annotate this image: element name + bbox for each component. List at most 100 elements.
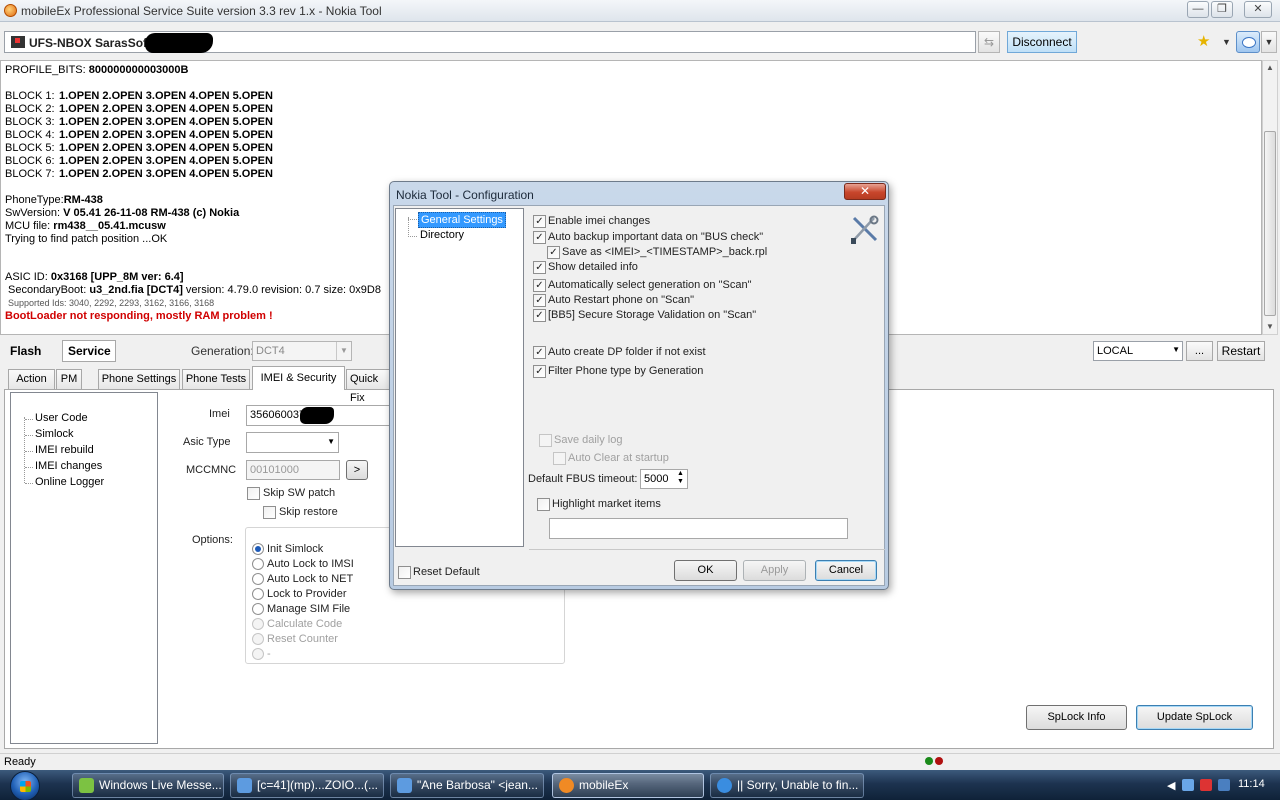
taskbar-item-chat[interactable]: [c=41](mp)...ZOIO...(... bbox=[230, 773, 384, 798]
tree-line bbox=[408, 217, 409, 237]
mccmnc-go-button[interactable]: > bbox=[346, 460, 368, 480]
check-auto-create-dp[interactable]: ✓ bbox=[533, 346, 546, 359]
check-auto-restart[interactable]: ✓ bbox=[533, 294, 546, 307]
check-show-detailed[interactable]: ✓ bbox=[533, 261, 546, 274]
check-secure-storage[interactable]: ✓ bbox=[533, 309, 546, 322]
security-icon[interactable] bbox=[1200, 779, 1212, 791]
network-icon[interactable] bbox=[1182, 779, 1194, 791]
taskbar-item-mobileex[interactable]: mobileEx bbox=[552, 773, 704, 798]
fbus-timeout-label: Default FBUS timeout: bbox=[528, 473, 638, 485]
option-radio[interactable] bbox=[252, 558, 264, 570]
chat-icon[interactable] bbox=[1236, 31, 1260, 53]
redacted-mark bbox=[300, 407, 334, 424]
tab-imei-security[interactable]: IMEI & Security bbox=[252, 366, 345, 390]
check-filter-phone-type[interactable]: ✓ bbox=[533, 365, 546, 378]
apply-button[interactable]: Apply bbox=[743, 560, 806, 581]
chevron-down-icon[interactable]: ▼ bbox=[1222, 37, 1231, 47]
device-field[interactable]: UFS-NBOX SarasSoft - bbox=[4, 31, 976, 53]
tree-item-general-settings[interactable]: General Settings bbox=[418, 212, 506, 228]
tree-item-imei-rebuild[interactable]: IMEI rebuild bbox=[25, 444, 94, 456]
check-reset-default[interactable] bbox=[398, 566, 411, 579]
maximize-button[interactable]: ❐ bbox=[1211, 1, 1233, 18]
option-radio bbox=[252, 618, 264, 630]
chat-icon bbox=[397, 778, 412, 793]
fbus-timeout-spinner[interactable]: 5000 ▲ ▼ bbox=[640, 469, 688, 489]
mccmnc-input[interactable]: 00101000 bbox=[246, 460, 340, 480]
check-label: Auto backup important data on "BUS check… bbox=[548, 231, 764, 243]
star-icon[interactable]: ★ bbox=[1197, 32, 1210, 50]
option-radio[interactable] bbox=[252, 588, 264, 600]
option-radio[interactable] bbox=[252, 543, 264, 555]
title-bar: mobileEx Professional Service Suite vers… bbox=[0, 0, 1280, 22]
more-button[interactable]: ... bbox=[1186, 341, 1213, 361]
skip-sw-patch-checkbox[interactable] bbox=[247, 487, 260, 500]
spinner-arrows-icon[interactable]: ▲ ▼ bbox=[675, 470, 686, 486]
log-line: ASIC ID: 0x3168 [UPP_8M ver: 6.4] bbox=[5, 271, 184, 283]
browser-icon bbox=[717, 778, 732, 793]
device-label: UFS-NBOX SarasSoft - bbox=[29, 36, 159, 50]
option-label: Calculate Code bbox=[267, 618, 343, 630]
log-line: BLOCK 3: 1.OPEN 2.OPEN 3.OPEN 4.OPEN 5.OP… bbox=[5, 116, 273, 128]
skip-restore-checkbox[interactable] bbox=[263, 506, 276, 519]
tab-pm[interactable]: PM bbox=[56, 369, 82, 389]
option-radio[interactable] bbox=[252, 573, 264, 585]
connection-select[interactable]: LOCAL ▼ bbox=[1093, 341, 1183, 361]
tree-item-directory[interactable]: Directory bbox=[420, 229, 464, 241]
check-label: Save as <IMEI>_<TIMESTAMP>_back.rpl bbox=[562, 246, 768, 258]
check-label: Filter Phone type by Generation bbox=[548, 365, 704, 377]
service-mode-tab[interactable]: Service bbox=[62, 340, 116, 362]
settings-tree[interactable]: General Settings Directory bbox=[395, 208, 524, 547]
redacted-mark bbox=[145, 33, 213, 53]
taskbar-label: [c=41](mp)...ZOIO...(... bbox=[257, 778, 379, 792]
generation-select[interactable]: DCT4 ▼ bbox=[252, 341, 352, 361]
taskbar-item-email[interactable]: "Ane Barbosa" <jean... bbox=[390, 773, 544, 798]
toolbar: UFS-NBOX SarasSoft - ⇆ Disconnect ★ ▼ ▼ bbox=[0, 28, 1280, 56]
check-label: Automatically select generation on "Scan… bbox=[548, 279, 752, 291]
option-label: Manage SIM File bbox=[267, 603, 351, 615]
scroll-thumb[interactable] bbox=[1264, 131, 1276, 316]
log-line: PhoneType:RM-438 bbox=[5, 194, 103, 206]
minimize-button[interactable]: — bbox=[1187, 1, 1209, 18]
option-radio bbox=[252, 648, 264, 660]
check-enable-imei[interactable]: ✓ bbox=[533, 215, 546, 228]
tab-phone-settings[interactable]: Phone Settings bbox=[98, 369, 180, 389]
splock-info-button[interactable]: SpLock Info bbox=[1026, 705, 1127, 730]
check-save-as[interactable]: ✓ bbox=[547, 246, 560, 259]
asic-type-select[interactable]: ▼ bbox=[246, 432, 339, 453]
refresh-button[interactable]: ⇆ bbox=[978, 31, 1000, 53]
dialog-close-button[interactable]: ✕ bbox=[844, 183, 886, 200]
option-radio[interactable] bbox=[252, 603, 264, 615]
check-highlight-market[interactable] bbox=[537, 498, 550, 511]
tree-item-user-code[interactable]: User Code bbox=[25, 412, 88, 424]
chat-dropdown[interactable]: ▼ bbox=[1261, 31, 1277, 53]
update-splock-button[interactable]: Update SpLock bbox=[1136, 705, 1253, 730]
ok-button[interactable]: OK bbox=[674, 560, 737, 581]
close-button[interactable]: ✕ bbox=[1244, 1, 1272, 18]
tray-expand-icon[interactable]: ◀ bbox=[1167, 779, 1175, 792]
taskbar-item-browser[interactable]: || Sorry, Unable to fin... bbox=[710, 773, 864, 798]
scroll-down-icon[interactable]: ▼ bbox=[1263, 320, 1277, 334]
scroll-up-icon[interactable]: ▲ bbox=[1263, 61, 1277, 75]
restart-button[interactable]: Restart bbox=[1217, 341, 1265, 361]
security-tree[interactable]: User Code Simlock IMEI rebuild IMEI chan… bbox=[10, 392, 158, 744]
taskbar-item-messenger[interactable]: Windows Live Messe... bbox=[72, 773, 224, 798]
start-button[interactable] bbox=[10, 771, 40, 800]
tree-item-online-logger[interactable]: Online Logger bbox=[24, 476, 104, 488]
log-scrollbar[interactable]: ▲ ▼ bbox=[1262, 60, 1278, 335]
tab-phone-tests[interactable]: Phone Tests bbox=[182, 369, 250, 389]
flash-mode-tab[interactable]: Flash bbox=[4, 340, 56, 362]
check-label: Auto create DP folder if not exist bbox=[548, 346, 706, 358]
market-items-input[interactable] bbox=[549, 518, 848, 539]
language-icon[interactable] bbox=[1218, 779, 1230, 791]
clock[interactable]: 11:14 bbox=[1238, 778, 1265, 790]
tree-item-simlock[interactable]: Simlock bbox=[25, 428, 74, 440]
tree-item-imei-changes[interactable]: IMEI changes bbox=[24, 460, 102, 472]
cancel-button[interactable]: Cancel bbox=[815, 560, 877, 581]
log-line: BLOCK 2: 1.OPEN 2.OPEN 3.OPEN 4.OPEN 5.OP… bbox=[5, 103, 273, 115]
disconnect-button[interactable]: Disconnect bbox=[1007, 31, 1077, 53]
tab-quick-fix[interactable]: Quick Fix bbox=[346, 369, 391, 404]
check-auto-backup[interactable]: ✓ bbox=[533, 231, 546, 244]
check-auto-select-generation[interactable]: ✓ bbox=[533, 279, 546, 292]
tab-action[interactable]: Action bbox=[8, 369, 55, 389]
log-line: BLOCK 5: 1.OPEN 2.OPEN 3.OPEN 4.OPEN 5.OP… bbox=[5, 142, 273, 154]
